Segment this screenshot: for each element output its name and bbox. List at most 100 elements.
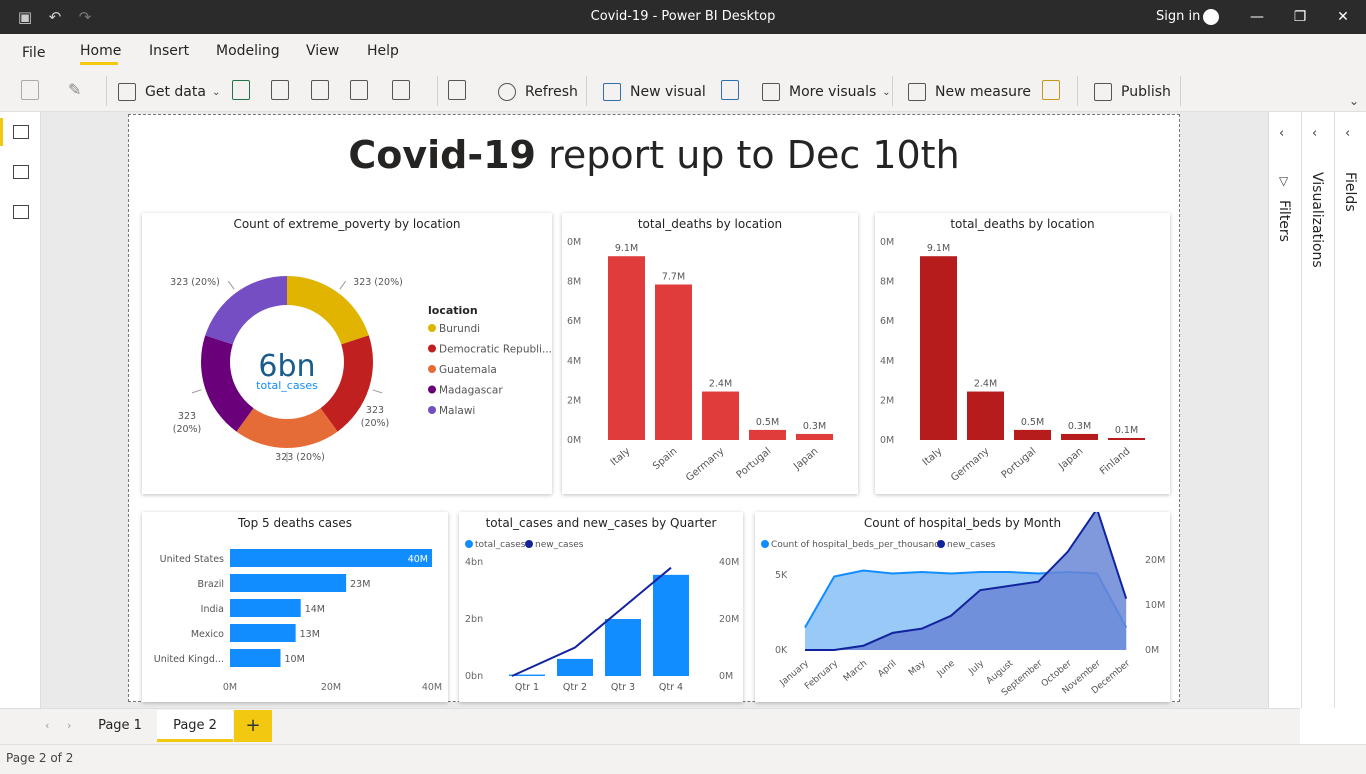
- bar: [796, 433, 833, 440]
- column-chart: 0M 2M 4M 6M 8M 0M 9.1M Italy 7.7M Spain 2.4M German…: [567, 237, 833, 484]
- filters-pane[interactable]: ‹ ▽ Filters: [1268, 112, 1300, 708]
- menu-file[interactable]: File: [22, 45, 45, 61]
- menu-insert[interactable]: Insert: [149, 43, 189, 59]
- y-tick-label: 0M: [880, 435, 894, 446]
- paste-icon[interactable]: [21, 80, 39, 100]
- add-page-button[interactable]: +: [234, 710, 272, 742]
- report-title-bold: Covid-19: [348, 133, 536, 177]
- bar: [557, 658, 593, 676]
- x-tick-label: 20M: [321, 682, 341, 693]
- close-icon[interactable]: ✕: [1328, 6, 1358, 28]
- data-label: 323 (20%): [275, 452, 325, 463]
- x-tick-label: Italy: [921, 446, 945, 468]
- x-tick-label: Portugal: [1000, 446, 1039, 481]
- bar: [1061, 433, 1098, 440]
- donut-visual[interactable]: Count of extreme_poverty by location 323…: [142, 213, 552, 494]
- bar: [702, 391, 739, 440]
- x-tick-label: 40M: [422, 682, 442, 693]
- x-tick-label: March: [842, 659, 869, 684]
- restore-icon[interactable]: ❐: [1285, 6, 1315, 28]
- data-label: 323: [178, 411, 196, 422]
- next-page-icon[interactable]: ›: [67, 719, 71, 732]
- legend-item: Democratic Republi...: [439, 344, 552, 356]
- y-tick-label: 2M: [567, 395, 581, 406]
- get-data-label: Get data: [145, 84, 206, 100]
- menu-modeling[interactable]: Modeling: [216, 43, 280, 59]
- recent-sources-icon[interactable]: [392, 80, 410, 100]
- data-label: 13M: [300, 629, 320, 640]
- collapse-ribbon-icon[interactable]: ⌄: [1349, 94, 1359, 108]
- format-painter-icon[interactable]: ✎: [68, 80, 86, 100]
- publish-icon: [1094, 83, 1112, 101]
- legend-marker: [428, 344, 436, 353]
- quick-measure-icon[interactable]: [1042, 80, 1060, 100]
- legend-title: location: [428, 304, 478, 317]
- refresh-button[interactable]: Refresh: [498, 81, 578, 103]
- transform-data-icon[interactable]: [448, 80, 466, 100]
- chevron-left-icon[interactable]: ‹: [1312, 126, 1317, 141]
- tab-page-1[interactable]: Page 1: [84, 710, 156, 742]
- column-chart: 0M 2M 4M 6M 8M 0M 9.1M Italy 2.4M Germany 0.5M Port…: [880, 237, 1145, 484]
- text-box-icon[interactable]: [721, 80, 739, 100]
- more-visuals-button[interactable]: More visuals ⌄: [762, 81, 891, 103]
- ribbon-separator: [1077, 76, 1078, 106]
- fields-label[interactable]: Fields: [1342, 172, 1358, 212]
- x-tick-label: Qtr 1: [515, 682, 539, 693]
- ribbon-separator: [1180, 76, 1181, 106]
- x-tick-label: Portugal: [735, 446, 774, 481]
- deaths-bar-visual-1[interactable]: total_deaths by location 0M 2M 4M 6M 8M 0M 9.1…: [562, 213, 858, 494]
- menu-bar: File Home Insert Modeling View Help: [0, 34, 1366, 70]
- more-visuals-icon: [762, 83, 780, 101]
- calculator-icon: [908, 83, 926, 101]
- visualizations-pane[interactable]: ‹ Visualizations: [1301, 112, 1333, 708]
- quarter-combo-visual[interactable]: total_cases and new_cases by Quarter tot…: [459, 512, 743, 702]
- legend-item: Madagascar: [439, 385, 503, 397]
- x-tick-label: 0M: [223, 682, 237, 693]
- filters-label[interactable]: Filters: [1276, 200, 1292, 242]
- model-view-icon[interactable]: [13, 205, 29, 219]
- y-tick-label: 4M: [880, 356, 894, 367]
- y-tick-label: 2bn: [465, 614, 483, 625]
- new-measure-button[interactable]: New measure: [908, 81, 1031, 103]
- donut-chart: 323 (20%) 323 (20%) 323 (20%) 323 (20%) 323 (2…: [170, 276, 552, 463]
- dataverse-icon[interactable]: [311, 80, 329, 100]
- excel-icon[interactable]: [232, 80, 250, 100]
- visualizations-label[interactable]: Visualizations: [1309, 172, 1325, 268]
- sign-in-link[interactable]: Sign in: [1156, 9, 1200, 24]
- tab-page-2[interactable]: Page 2: [157, 710, 233, 742]
- deaths-bar-visual-2[interactable]: total_deaths by location 0M 2M 4M 6M 8M 0M 9.1…: [875, 213, 1170, 494]
- menu-help[interactable]: Help: [367, 43, 399, 59]
- top5-deaths-visual[interactable]: Top 5 deaths cases United States 40M Brazi…: [142, 512, 448, 702]
- data-label: 23M: [350, 579, 370, 590]
- filter-icon: ▽: [1279, 174, 1289, 188]
- publish-button[interactable]: Publish: [1094, 81, 1171, 103]
- x-tick-label: February: [803, 658, 840, 692]
- get-data-button[interactable]: Get data ⌄: [118, 81, 220, 103]
- data-label: 2.4M: [709, 379, 732, 390]
- refresh-icon: [498, 83, 516, 101]
- chevron-down-icon: ⌄: [211, 86, 221, 98]
- dataset-icon[interactable]: [271, 80, 289, 100]
- new-visual-button[interactable]: New visual: [603, 81, 706, 103]
- y2-tick-label: 20M: [719, 614, 739, 625]
- menu-home[interactable]: Home: [80, 43, 121, 59]
- minimize-icon[interactable]: —: [1242, 6, 1272, 28]
- enter-data-icon[interactable]: [350, 80, 368, 100]
- center-label: total_cases: [256, 379, 318, 392]
- data-label: 9.1M: [927, 243, 950, 254]
- data-label: 7.7M: [662, 271, 685, 282]
- data-view-icon[interactable]: [13, 165, 29, 179]
- prev-page-icon[interactable]: ‹: [45, 719, 49, 732]
- report-view-icon[interactable]: [13, 125, 29, 139]
- chevron-left-icon[interactable]: ‹: [1345, 126, 1350, 141]
- hospital-beds-visual[interactable]: Count of hospital_beds by Month Count of…: [755, 512, 1170, 702]
- avatar[interactable]: [1203, 9, 1219, 25]
- chevron-left-icon[interactable]: ‹: [1279, 126, 1284, 141]
- x-tick-label: Finland: [1098, 446, 1132, 477]
- data-label: 9.1M: [615, 243, 638, 254]
- menu-view[interactable]: View: [306, 43, 339, 59]
- legend-item: new_cases: [535, 540, 584, 550]
- publish-label: Publish: [1121, 84, 1171, 100]
- fields-pane[interactable]: ‹ Fields: [1334, 112, 1366, 708]
- x-tick-label: Qtr 2: [563, 682, 587, 693]
